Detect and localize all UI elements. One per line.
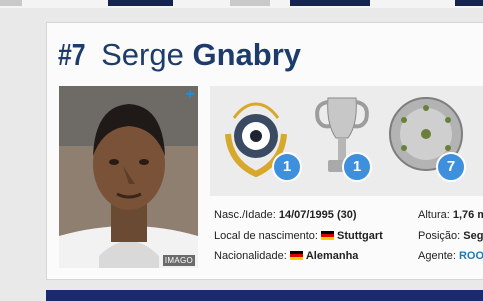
nav-tab[interactable] bbox=[230, 0, 270, 6]
height-row: Altura: 1,76 m bbox=[418, 209, 483, 221]
birthplace-label: Local de nascimento: bbox=[214, 230, 318, 242]
player-photo[interactable]: + IMAGO bbox=[59, 86, 198, 268]
shirt-number: #7 bbox=[58, 37, 86, 72]
germany-flag-icon bbox=[289, 251, 303, 260]
agent-label: Agente: bbox=[418, 250, 456, 262]
trophy-count-badge: 7 bbox=[436, 152, 466, 182]
nav-tab[interactable] bbox=[290, 0, 370, 6]
agent-link[interactable]: ROO bbox=[459, 250, 483, 262]
next-section-banner bbox=[46, 290, 483, 301]
height-label: Altura: bbox=[418, 209, 450, 221]
player-portrait-image bbox=[59, 86, 198, 268]
trophy-count-badge: 1 bbox=[272, 152, 302, 182]
birth-row: Nasc./Idade: 14/07/1995 (30) bbox=[214, 209, 357, 221]
nav-tab[interactable] bbox=[108, 0, 173, 6]
nationality-row: Nacionalidade: Alemanha bbox=[214, 250, 358, 262]
position-row: Posição: Seg bbox=[418, 230, 483, 242]
photo-credit: IMAGO bbox=[162, 255, 195, 266]
birth-label: Nasc./Idade: bbox=[214, 209, 276, 221]
position-value: Seg bbox=[463, 230, 483, 242]
page-title: #7 Serge Gnabry bbox=[58, 34, 301, 76]
nationality-value[interactable]: Alemanha bbox=[306, 250, 359, 262]
agent-row: Agente: ROO bbox=[418, 250, 483, 262]
nationality-label: Nacionalidade: bbox=[214, 250, 287, 262]
germany-flag-icon bbox=[321, 231, 335, 240]
trophy-count-badge: 1 bbox=[342, 152, 372, 182]
position-label: Posição: bbox=[418, 230, 461, 242]
nav-tab[interactable] bbox=[0, 0, 22, 6]
nav-tab[interactable] bbox=[455, 0, 483, 6]
height-value: 1,76 m bbox=[452, 209, 483, 221]
birth-value: 14/07/1995 (30) bbox=[278, 209, 357, 221]
add-photo-icon[interactable]: + bbox=[186, 87, 195, 103]
birthplace-row: Local de nascimento: Stuttgart bbox=[214, 230, 383, 242]
player-first-name: Serge bbox=[101, 37, 184, 72]
player-last-name: Gnabry bbox=[192, 37, 301, 72]
birthplace-value[interactable]: Stuttgart bbox=[337, 230, 383, 242]
trophy-cabinet: 1 1 7 bbox=[210, 86, 483, 196]
